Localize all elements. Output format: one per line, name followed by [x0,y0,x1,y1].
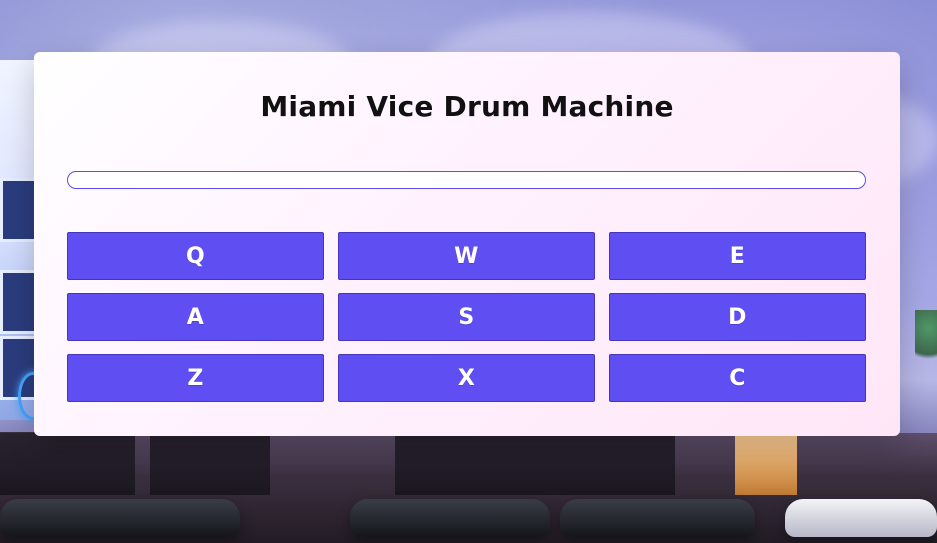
storefront [0,432,135,495]
app-title: Miami Vice Drum Machine [260,90,674,123]
car [560,499,755,537]
drum-pad-z[interactable]: Z [67,354,324,402]
pad-label: A [186,304,205,330]
pad-label: C [729,365,746,391]
drum-machine-card: Miami Vice Drum Machine Q W E A S D Z X … [34,52,900,436]
drum-pad-d[interactable]: D [609,293,866,341]
sound-display [67,171,866,189]
drum-pad-s[interactable]: S [338,293,595,341]
drum-pad-w[interactable]: W [338,232,595,280]
drum-pad-e[interactable]: E [609,232,866,280]
drum-pad-c[interactable]: C [609,354,866,402]
pad-label: S [458,304,475,330]
drum-pad-grid: Q W E A S D Z X C [67,232,867,403]
pad-label: Q [185,243,206,269]
palm-tree-icon [915,310,937,370]
drum-pad-q[interactable]: Q [67,232,324,280]
pad-label: E [729,243,746,269]
pad-label: W [454,243,479,269]
car [350,499,550,537]
storefront [395,432,675,495]
pad-label: D [728,304,747,330]
pad-label: Z [187,365,204,391]
drum-pad-x[interactable]: X [338,354,595,402]
storefront-lit [735,432,797,495]
storefront [150,432,270,495]
car-white [785,499,937,537]
drum-pad-a[interactable]: A [67,293,324,341]
car [0,499,240,537]
pad-label: X [457,365,476,391]
